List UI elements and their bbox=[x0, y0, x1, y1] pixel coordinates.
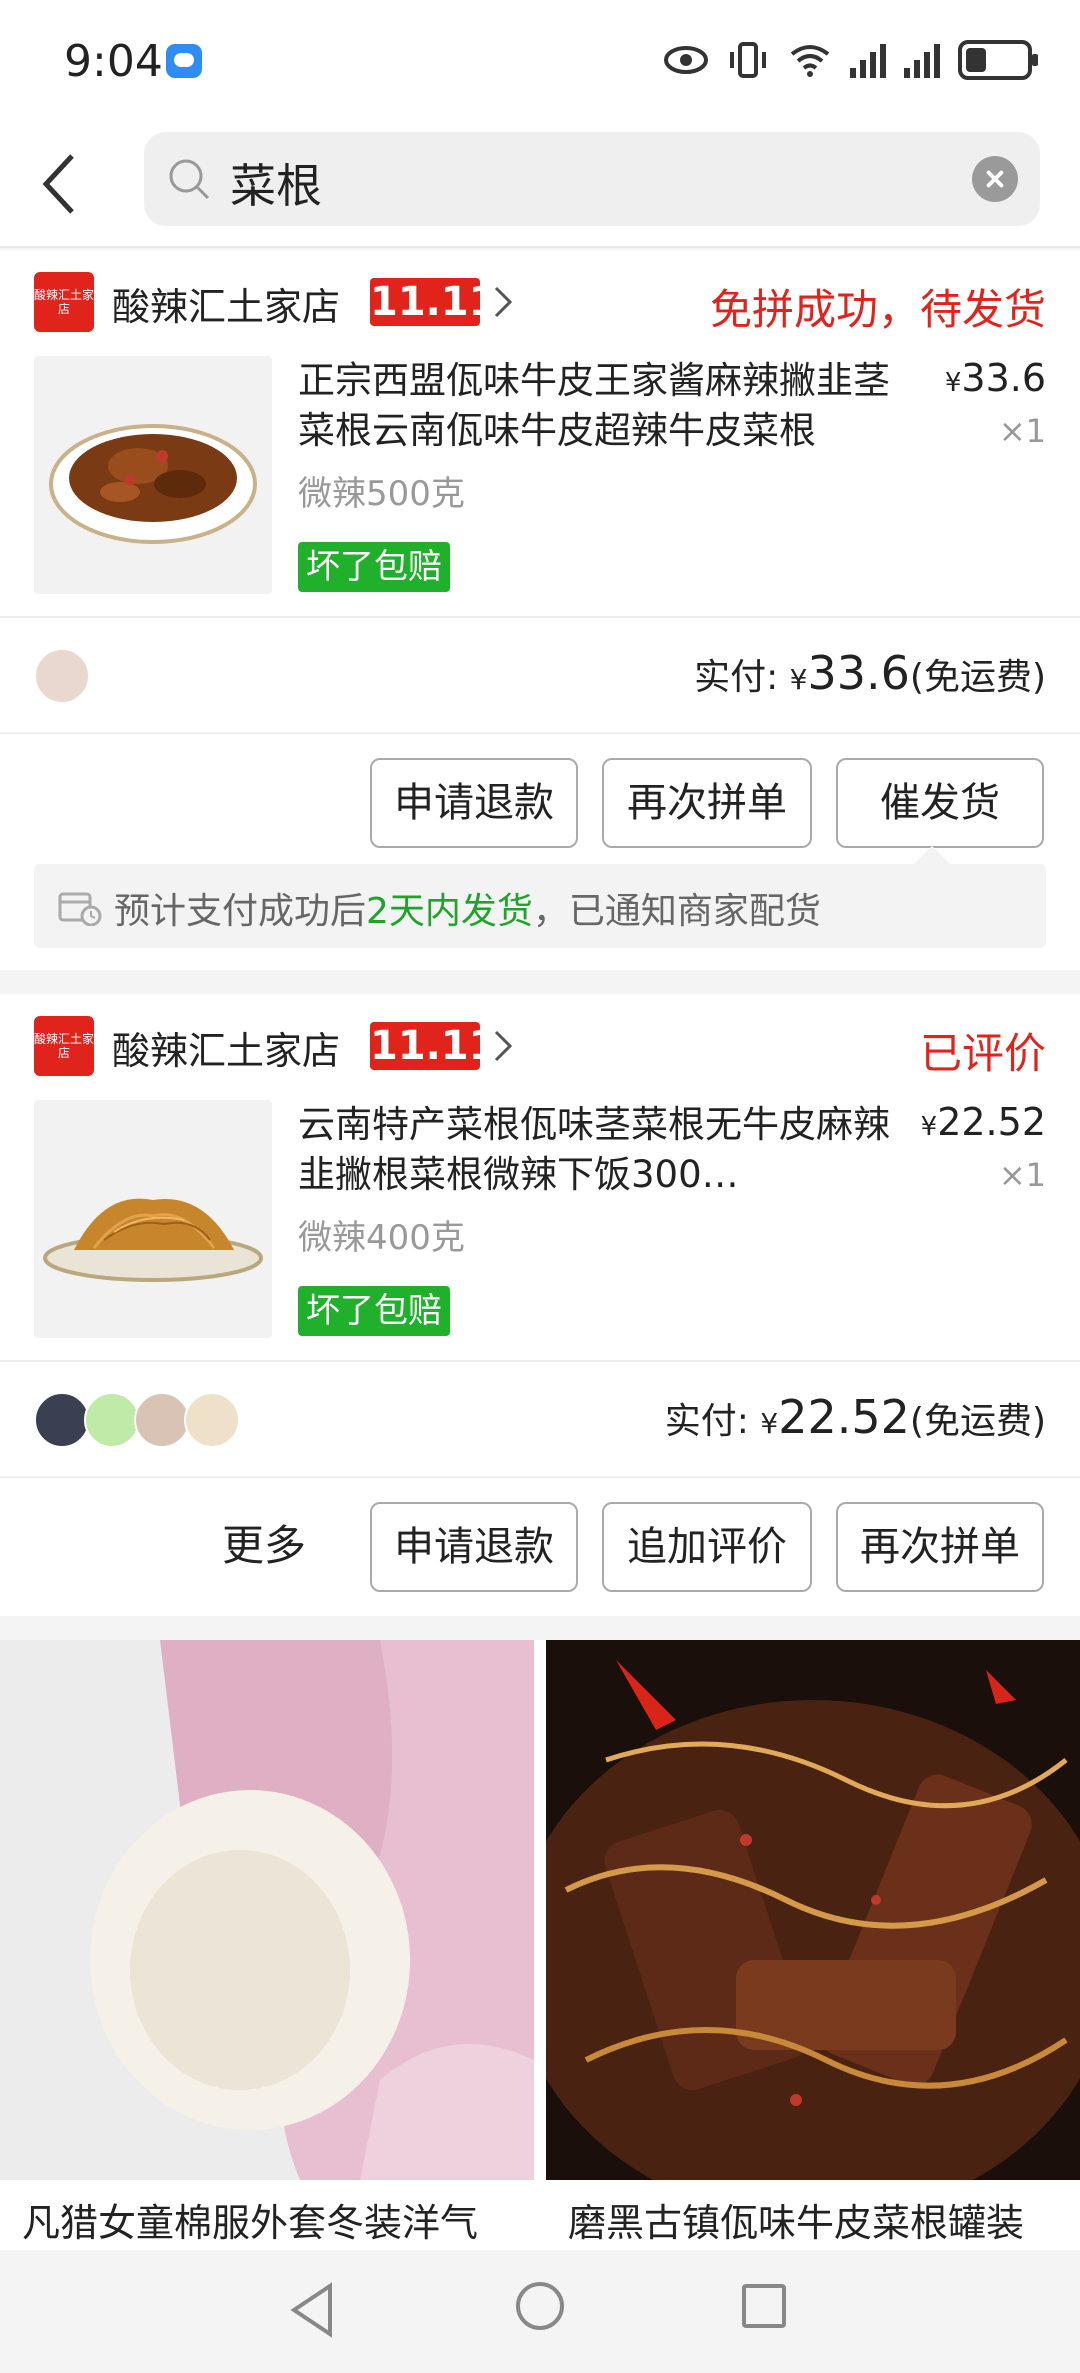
product-title[interactable]: 正宗西盟佤味牛皮王家酱麻辣撇韭茎菜根云南佤味牛皮超辣牛皮菜根 bbox=[298, 356, 908, 456]
shop-row[interactable]: 酸辣汇土家店 酸辣汇土家店 11.11 免拼成功，待发货 bbox=[34, 272, 1046, 334]
nav-recent-apps-icon[interactable] bbox=[742, 2284, 786, 2328]
paid-value: 22.52 bbox=[778, 1390, 910, 1444]
nav-back-icon[interactable] bbox=[286, 2280, 342, 2340]
group-avatars bbox=[34, 1392, 240, 1448]
order-status: 已评价 bbox=[919, 1029, 1046, 1078]
recommendation-image[interactable] bbox=[0, 1640, 534, 2180]
order-card[interactable]: 酸辣汇土家店 酸辣汇土家店 11.11 免拼成功，待发货 正宗西盟佤味牛皮王家酱… bbox=[0, 250, 1080, 970]
double-eleven-badge: 11.11 bbox=[370, 278, 497, 326]
status-time: 9:04 bbox=[64, 36, 163, 87]
order-status: 免拼成功，待发货 bbox=[709, 285, 1046, 334]
guarantee-tag: 坏了包赔 bbox=[298, 1286, 450, 1336]
shipping-notice-text: 预计支付成功后2天内发货，已通知商家配货 bbox=[114, 882, 821, 934]
order-card[interactable]: 酸辣汇土家店 酸辣汇土家店 11.11 已评价 云南特产菜根佤味茎菜根无牛皮麻辣… bbox=[0, 994, 1080, 1616]
paid-label: 实付: bbox=[664, 1401, 749, 1442]
chevron-right-icon bbox=[494, 286, 513, 318]
status-bar: 9:04 bbox=[0, 0, 1080, 120]
divider bbox=[0, 616, 1080, 618]
recommendation-title[interactable]: 凡猎女童棉服外套冬装洋气 bbox=[22, 2192, 478, 2247]
currency-symbol: ¥ bbox=[920, 1112, 938, 1142]
notice-highlight: 2天内发货 bbox=[366, 891, 533, 932]
shop-logo: 酸辣汇土家店 bbox=[34, 1016, 94, 1076]
notice-suffix: ，已通知商家配货 bbox=[532, 891, 821, 932]
product-spec: 微辣400克 bbox=[298, 1218, 465, 1258]
recommendation-card[interactable]: 磨黑古镇佤味牛皮菜根罐装 bbox=[546, 1640, 1080, 2260]
system-nav-bar bbox=[0, 2250, 1080, 2373]
app-screen: 9:04 菜根 酸辣汇土家店 酸辣汇土家店 11.11 免拼成功，待发货 正宗西… bbox=[0, 0, 1080, 2373]
recommendation-card[interactable]: 凡猎女童棉服外套冬装洋气 bbox=[0, 1640, 534, 2260]
eye-icon bbox=[664, 46, 708, 74]
avatar bbox=[84, 1392, 140, 1448]
search-input[interactable]: 菜根 bbox=[144, 132, 1040, 226]
urge-shipping-button[interactable]: 催发货 bbox=[836, 758, 1044, 848]
nav-home-icon[interactable] bbox=[516, 2282, 564, 2330]
product-price: ¥33.6 bbox=[945, 356, 1046, 400]
recommendation-title[interactable]: 磨黑古镇佤味牛皮菜根罐装 bbox=[568, 2192, 1024, 2247]
wifi-icon bbox=[790, 45, 830, 77]
product-spec: 微辣500克 bbox=[298, 474, 465, 514]
avatar bbox=[184, 1392, 240, 1448]
currency-symbol: ¥ bbox=[760, 1407, 779, 1440]
divider bbox=[0, 1476, 1080, 1478]
shipping-notice: 预计支付成功后2天内发货，已通知商家配货 bbox=[34, 846, 1046, 948]
search-header: 菜根 bbox=[0, 120, 1080, 248]
recommendation-grid: 凡猎女童棉服外套冬装洋气 磨黑古镇佤味牛皮菜根罐装 bbox=[0, 1640, 1080, 2260]
shop-name[interactable]: 酸辣汇土家店 bbox=[112, 1020, 340, 1075]
divider bbox=[0, 732, 1080, 734]
product-image[interactable] bbox=[34, 1100, 272, 1338]
shipping-note: (免运费) bbox=[909, 657, 1046, 698]
refund-button[interactable]: 申请退款 bbox=[370, 758, 578, 848]
back-arrow-icon[interactable] bbox=[34, 144, 94, 224]
product-title[interactable]: 云南特产菜根佤味茎菜根无牛皮麻辣韭撇根菜根微辣下饭300… bbox=[298, 1100, 908, 1200]
currency-symbol: ¥ bbox=[944, 368, 962, 398]
signal-icon-2 bbox=[904, 42, 940, 78]
avatar bbox=[134, 1392, 190, 1448]
paid-amount: 实付: ¥33.6(免运费) bbox=[694, 646, 1046, 700]
shop-logo: 酸辣汇土家店 bbox=[34, 272, 94, 332]
shop-name[interactable]: 酸辣汇土家店 bbox=[112, 276, 340, 331]
signal-icon bbox=[850, 42, 886, 78]
paid-amount: 实付: ¥22.52(免运费) bbox=[665, 1390, 1046, 1444]
message-notification-icon bbox=[166, 44, 202, 78]
search-icon bbox=[169, 159, 210, 200]
double-eleven-badge: 11.11 bbox=[370, 1022, 497, 1070]
calendar-clock-icon bbox=[58, 892, 102, 926]
product-quantity: ×1 bbox=[998, 1156, 1046, 1194]
currency-symbol: ¥ bbox=[789, 663, 808, 696]
clear-search-icon[interactable] bbox=[972, 156, 1018, 202]
status-icons bbox=[664, 40, 1038, 80]
chevron-right-icon bbox=[494, 1030, 513, 1062]
add-review-button[interactable]: 追加评价 bbox=[602, 1502, 812, 1592]
shipping-note: (免运费) bbox=[909, 1401, 1046, 1442]
reorder-button[interactable]: 再次拼单 bbox=[602, 758, 812, 848]
divider bbox=[0, 1360, 1080, 1362]
product-quantity: ×1 bbox=[998, 412, 1046, 450]
paid-value: 33.6 bbox=[807, 646, 910, 700]
recommendation-image[interactable] bbox=[546, 1640, 1080, 2180]
product-price: ¥22.52 bbox=[921, 1100, 1046, 1144]
vibrate-icon bbox=[730, 42, 766, 78]
search-query: 菜根 bbox=[230, 159, 322, 213]
notice-prefix: 预计支付成功后 bbox=[114, 891, 367, 932]
avatar bbox=[34, 1392, 90, 1448]
avatar bbox=[34, 648, 90, 704]
battery-icon bbox=[958, 40, 1038, 80]
refund-button[interactable]: 申请退款 bbox=[370, 1502, 578, 1592]
shop-row[interactable]: 酸辣汇土家店 酸辣汇土家店 11.11 已评价 bbox=[34, 1016, 1046, 1078]
more-link[interactable]: 更多 bbox=[222, 1512, 306, 1573]
reorder-button[interactable]: 再次拼单 bbox=[836, 1502, 1044, 1592]
product-image[interactable] bbox=[34, 356, 272, 594]
guarantee-tag: 坏了包赔 bbox=[298, 542, 450, 592]
price-value: 33.6 bbox=[961, 356, 1046, 400]
price-value: 22.52 bbox=[937, 1100, 1046, 1144]
paid-label: 实付: bbox=[694, 657, 779, 698]
group-avatars bbox=[34, 648, 90, 704]
